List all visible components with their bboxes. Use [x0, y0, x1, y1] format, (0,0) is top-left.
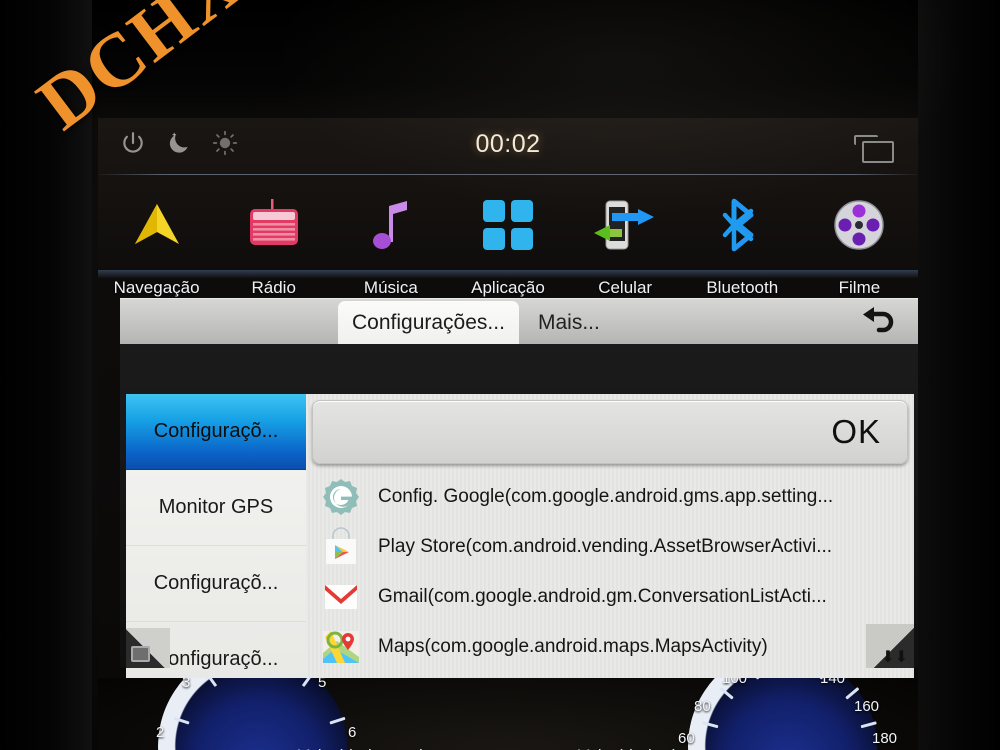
gauge-label-speedometer: Velocidade do motor — [578, 746, 733, 750]
sidebar-item-2[interactable]: Configuraçõ... — [126, 546, 306, 622]
app-dock — [98, 176, 918, 274]
dock-item-filme[interactable] — [801, 176, 918, 274]
list-item[interactable]: Config. Google(com.google.android.gms.ap… — [306, 472, 914, 522]
app-list: Config. Google(com.google.android.gms.ap… — [306, 472, 914, 672]
resize-handle-icon[interactable]: ⬇⬇ — [866, 624, 914, 668]
tick-label: 160 — [854, 698, 880, 715]
play-store-icon — [320, 526, 362, 568]
gauge-cluster: 2 3 4 5 6 Velocidade atual 60 80 100 120… — [98, 678, 918, 750]
tick-label: 3 — [182, 678, 191, 691]
tick-label: 2 — [156, 724, 165, 741]
list-item[interactable]: Play Store(com.android.vending.AssetBrow… — [306, 522, 914, 572]
dock-item-celular[interactable] — [567, 176, 684, 274]
gauge-label-tachometer: Velocidade atual — [298, 746, 423, 750]
tick-label: 140 — [820, 678, 846, 687]
dock-item-musica[interactable] — [332, 176, 449, 274]
navigation-arrow-icon — [129, 194, 185, 256]
phone-link-icon — [592, 194, 658, 256]
ok-button[interactable]: OK — [831, 413, 881, 451]
ok-bar[interactable]: OK — [312, 400, 908, 464]
tick-label: 5 — [318, 678, 327, 691]
gauge-speedometer: 60 80 100 120 140 160 180 — [678, 678, 897, 750]
settings-content: OK Config. Google(com.google.android.gms… — [306, 394, 914, 678]
bezel-left — [0, 0, 92, 750]
dock-item-navegacao[interactable] — [98, 176, 215, 274]
list-item-label: Play Store(com.android.vending.AssetBrow… — [378, 536, 833, 557]
screen-cast-icon[interactable] — [854, 135, 894, 163]
tick-label: 180 — [872, 730, 898, 747]
list-item-label: Maps(com.google.android.maps.MapsActivit… — [378, 636, 768, 657]
gauge-tachometer: 2 3 4 5 6 — [156, 678, 358, 750]
dock-item-aplicacao[interactable] — [449, 176, 566, 274]
bezel-top — [0, 0, 1000, 118]
dock-item-radio[interactable] — [215, 176, 332, 274]
tab-mais[interactable]: Mais... — [524, 301, 614, 345]
tab-strip: Configurações... Mais... — [120, 298, 918, 345]
list-item[interactable]: Gmail(com.google.android.gm.Conversation… — [306, 572, 914, 622]
bluetooth-icon — [721, 194, 763, 256]
dock-item-bluetooth[interactable] — [684, 176, 801, 274]
tab-configuracoes[interactable]: Configurações... — [338, 301, 519, 345]
bezel-right — [918, 0, 1000, 750]
window-restore-icon[interactable] — [126, 628, 170, 668]
clock: 00:02 — [475, 130, 541, 158]
apps-grid-icon — [481, 194, 535, 256]
list-item[interactable]: Maps(com.google.android.maps.MapsActivit… — [306, 622, 914, 672]
status-divider — [98, 174, 918, 175]
music-note-icon — [367, 194, 415, 256]
tick-label: 6 — [348, 724, 357, 741]
window-body: Configuraçõ... Monitor GPS Configuraçõ..… — [120, 344, 918, 678]
tick-label: 100 — [722, 678, 748, 687]
tick-label: 60 — [678, 730, 695, 747]
radio-icon — [244, 194, 304, 256]
dock-shelf — [98, 270, 918, 278]
list-item-label: Gmail(com.google.android.gm.Conversation… — [378, 586, 827, 607]
google-settings-icon — [320, 476, 362, 518]
status-bar: 00:02 — [98, 118, 918, 174]
tick-label: 80 — [694, 698, 711, 715]
gmail-icon — [320, 576, 362, 618]
sidebar-item-0[interactable]: Configuraçõ... — [126, 394, 306, 470]
head-unit-screen: 00:02 Navegação Rádio Música Aplicação C… — [98, 118, 918, 678]
settings-window: Configurações... Mais... Configuraçõ... … — [120, 298, 918, 678]
sidebar-item-monitor-gps[interactable]: Monitor GPS — [126, 470, 306, 546]
screenshot-root: 00:02 Navegação Rádio Música Aplicação C… — [0, 0, 1000, 750]
movie-reel-icon — [832, 194, 886, 256]
back-arrow-icon[interactable] — [856, 303, 902, 341]
list-item-label: Config. Google(com.google.android.gms.ap… — [378, 486, 834, 507]
maps-icon — [320, 626, 362, 668]
